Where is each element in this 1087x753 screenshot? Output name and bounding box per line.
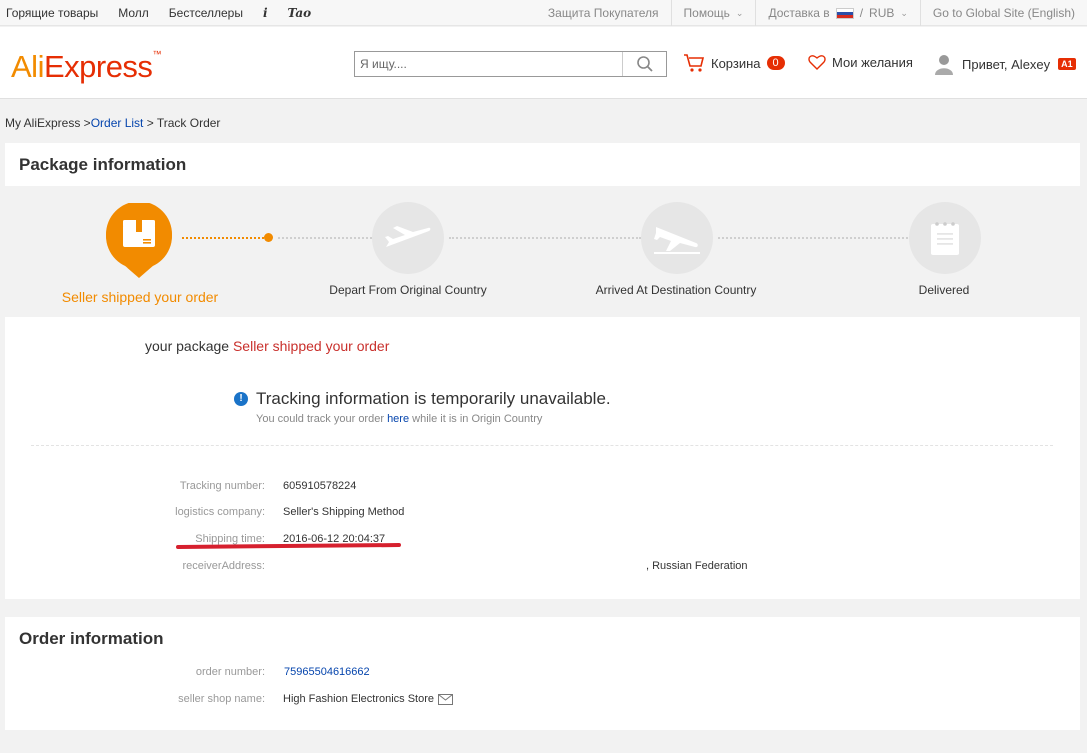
- site-header: AliExpress™ Корзина 0 Мои желания Привет…: [0, 27, 1087, 99]
- logistics-company-value: Seller's Shipping Method: [283, 506, 405, 518]
- receiver-address-value: , Russian Federation: [646, 560, 748, 572]
- plane-landing-icon: [654, 227, 700, 254]
- plane-takeoff-icon: [385, 226, 431, 247]
- document-icon: [931, 222, 959, 255]
- step-label-shipped: Seller shipped your order: [61, 289, 219, 305]
- track-here-link[interactable]: here: [387, 413, 409, 425]
- order-number-link[interactable]: 75965504616662: [284, 666, 370, 678]
- search-input[interactable]: [355, 52, 622, 76]
- step-delivered-circle: [909, 202, 981, 274]
- global-site-link[interactable]: Go to Global Site (English): [919, 0, 1087, 26]
- buyer-protection-link[interactable]: Защита Покупателя: [536, 0, 671, 26]
- progress-dots: [718, 237, 908, 239]
- breadcrumb-root[interactable]: My AliExpress >: [5, 116, 91, 130]
- tracking-number-value: 605910578224: [283, 480, 357, 492]
- progress-dots: [449, 237, 641, 239]
- divider: [31, 445, 1053, 446]
- cart-button[interactable]: Корзина 0: [683, 53, 785, 73]
- user-avatar-icon: [935, 55, 953, 75]
- cart-label: Корзина: [711, 55, 761, 71]
- delivery-currency-selector[interactable]: Доставка в / RUB ⌄: [755, 0, 919, 26]
- russia-flag-icon: [835, 7, 854, 19]
- search-bar: [354, 51, 667, 77]
- step-label-arrive: Arrived At Destination Country: [595, 283, 757, 297]
- box-icon: [106, 203, 172, 278]
- info-icon: !: [234, 392, 248, 406]
- tracking-unavailable-message: Tracking information is temporarily unav…: [256, 389, 611, 408]
- hot-products-link[interactable]: Горящие товары: [6, 6, 98, 20]
- cart-count-badge: 0: [766, 56, 785, 70]
- cart-icon: [684, 54, 705, 72]
- breadcrumb: My AliExpress >Order List > Track Order: [5, 116, 220, 130]
- progress-node: [264, 233, 273, 242]
- red-underline-annotation: [175, 543, 402, 549]
- user-menu[interactable]: Привет, Alexey A1: [934, 53, 1076, 75]
- bestsellers-link[interactable]: Бестселлеры: [169, 6, 243, 20]
- breadcrumb-order-list[interactable]: Order List: [91, 116, 144, 130]
- order-information-panel: Order information order number: 75965504…: [5, 617, 1080, 730]
- envelope-icon[interactable]: [438, 693, 454, 705]
- tracking-progress: Seller shipped your order Depart From Or…: [5, 186, 1080, 317]
- user-level-badge: A1: [1058, 58, 1076, 70]
- user-greeting: Привет, Alexey: [962, 56, 1051, 72]
- step-depart-circle: [372, 202, 444, 274]
- heart-icon: [808, 55, 826, 70]
- top-nav-bar: Горящие товары Молл Бестселлеры i Tao Защ…: [0, 0, 1087, 26]
- chevron-down-icon: ⌄: [900, 8, 908, 18]
- breadcrumb-current: > Track Order: [143, 116, 221, 130]
- search-icon: [636, 56, 653, 72]
- step-label-delivered: Delivered: [918, 283, 970, 297]
- seller-shop-name[interactable]: High Fashion Electronics Store: [283, 693, 434, 705]
- search-button[interactable]: [622, 52, 666, 76]
- wishlist-button[interactable]: Мои желания: [808, 54, 913, 70]
- aliexpress-logo[interactable]: AliExpress™: [11, 49, 161, 85]
- step-label-depart: Depart From Original Country: [329, 283, 487, 297]
- progress-dots-done: [182, 237, 268, 239]
- order-title: Order information: [19, 629, 164, 648]
- itao-logo[interactable]: i Tao: [263, 6, 331, 20]
- chevron-down-icon: ⌄: [735, 8, 744, 18]
- package-status-value: Seller shipped your order: [232, 338, 390, 354]
- mall-link[interactable]: Молл: [118, 6, 149, 20]
- package-status-line: your package Seller shipped your order: [145, 338, 390, 354]
- step-arrive-circle: [641, 202, 713, 274]
- wishlist-label: Мои желания: [832, 54, 913, 70]
- progress-dots: [278, 237, 372, 239]
- package-title: Package information: [19, 155, 187, 174]
- package-information-panel: Package information Seller shipped your …: [5, 143, 1080, 599]
- tracking-hint: You could track your order here while it…: [256, 413, 543, 425]
- help-menu[interactable]: Помощь ⌄: [670, 0, 756, 26]
